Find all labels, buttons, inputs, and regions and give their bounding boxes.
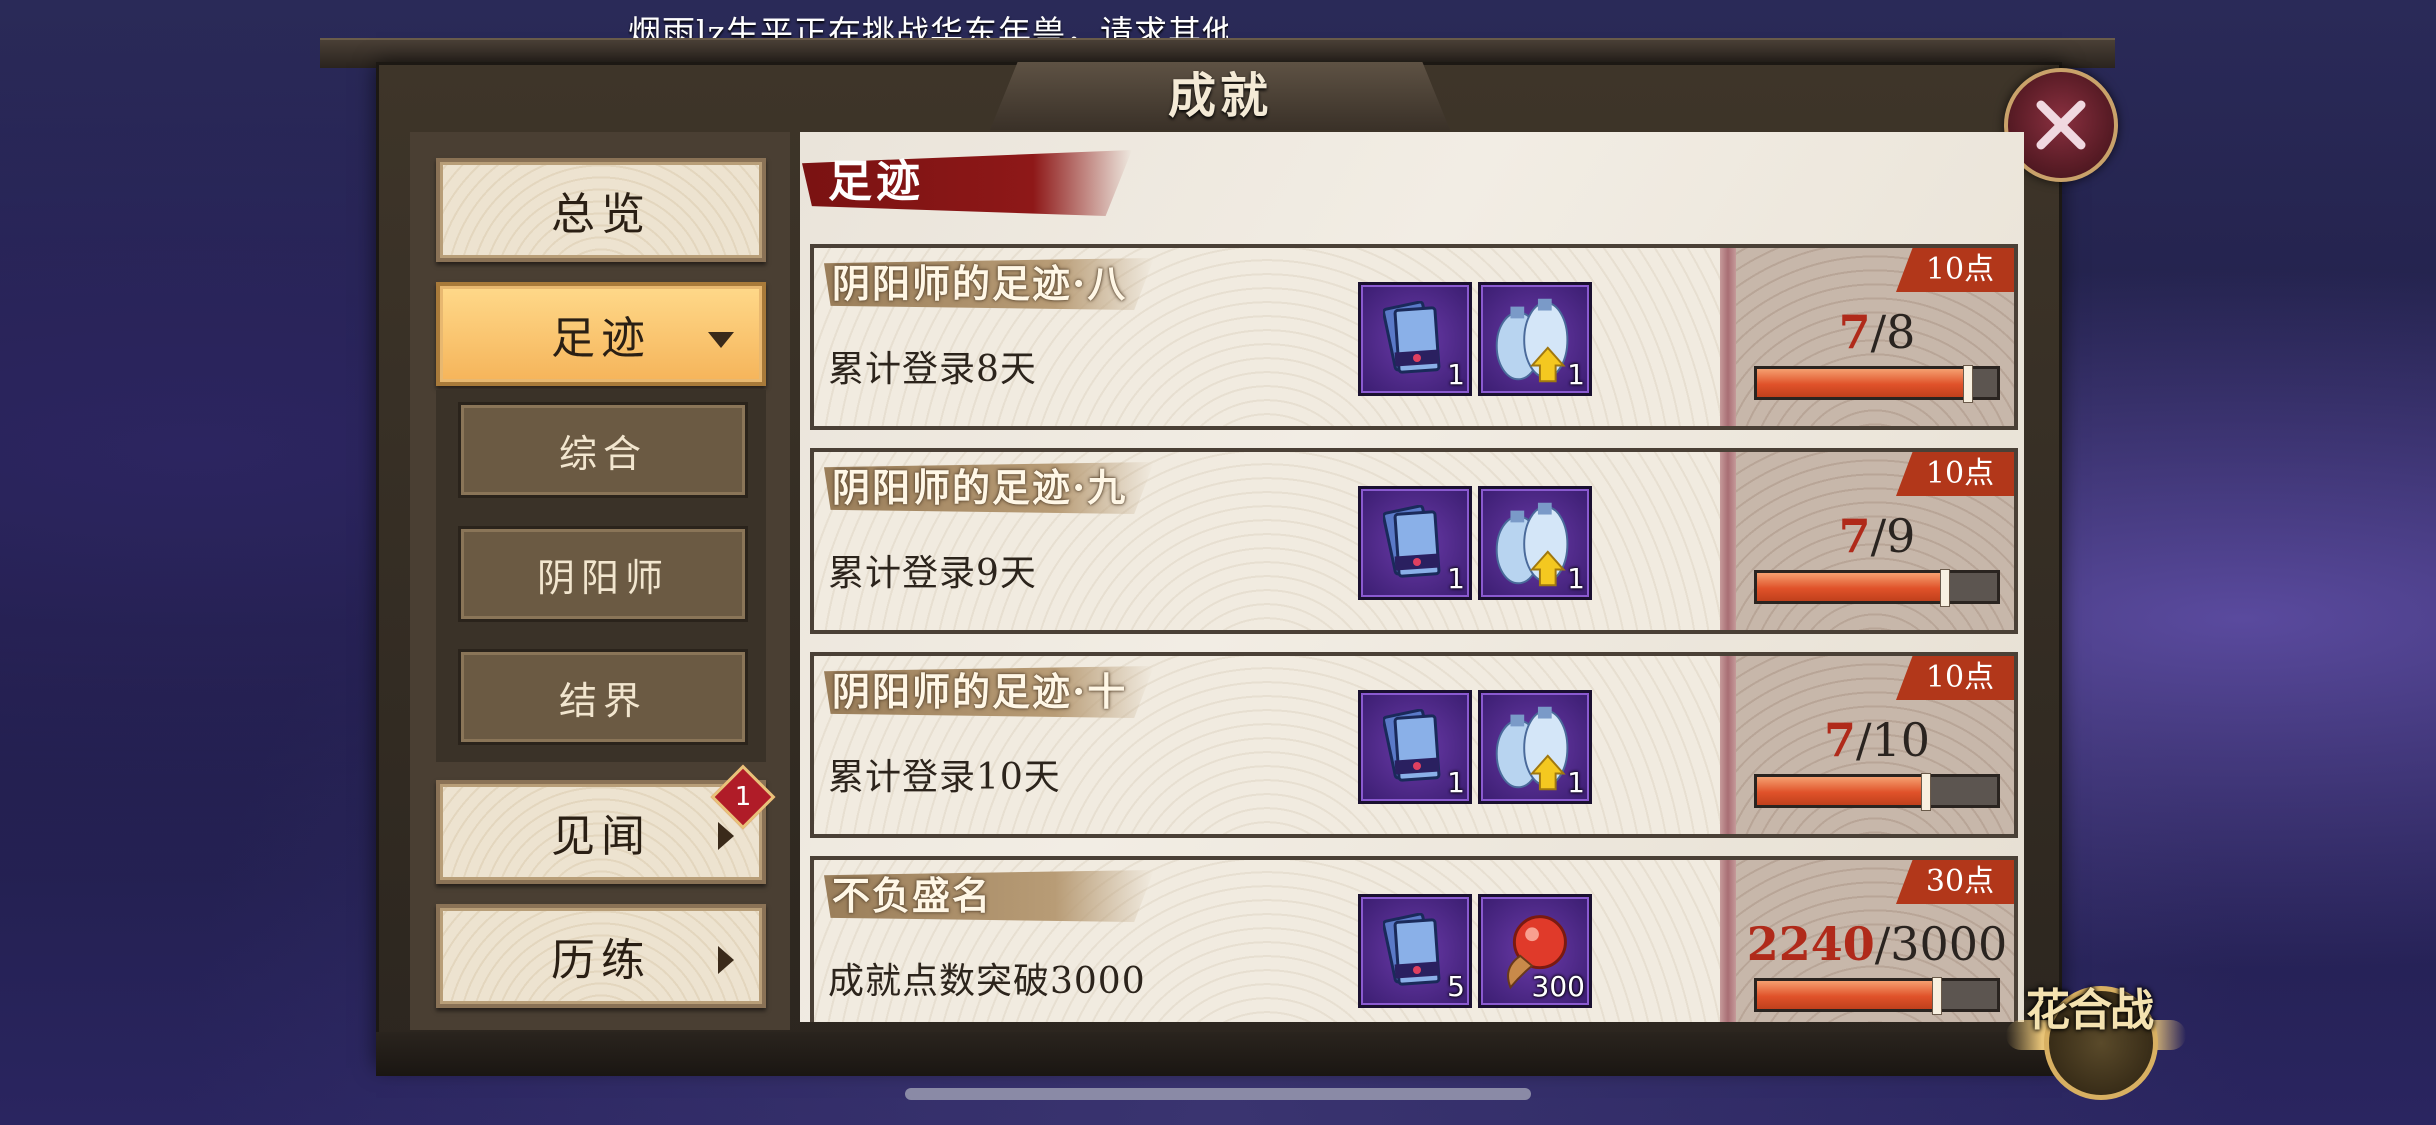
progress-current: 7	[1838, 509, 1871, 563]
window-bottom-bar	[376, 1032, 2056, 1076]
tab-overview-label: 总览	[551, 189, 651, 240]
progress-bar	[1754, 365, 2000, 403]
progress-total: /10	[1855, 713, 1931, 767]
progress-current: 7	[1838, 305, 1871, 359]
achievement-row: 阴阳师的足迹·九 累计登录9天 1 1 10点 7/9	[810, 448, 2020, 638]
progress-text: 2240/3000	[1736, 912, 2018, 976]
achievement-row: 阴阳师的足迹·八 累计登录8天 1 1 10点 7/8	[810, 244, 2020, 434]
progress-bar-knob	[1940, 569, 1950, 607]
tab-jianwen-label: 见闻	[551, 811, 651, 862]
progress-total: /9	[1870, 509, 1916, 563]
points-tag: 30点	[1896, 860, 2014, 904]
progress-bar-fill	[1757, 777, 1925, 805]
row-divider	[1720, 652, 1736, 838]
subtab-general-label: 综合	[558, 431, 647, 476]
achievement-info: 不负盛名 成就点数突破3000 5 300	[810, 856, 1720, 1022]
subtab-barrier[interactable]: 结界	[458, 649, 748, 745]
category-sidebar: 总览 足迹 综合 阴阳师 结界 见闻 1 历练	[410, 132, 790, 1030]
reward-quantity: 300	[1531, 970, 1585, 1003]
progress-current: 2240	[1746, 917, 1875, 971]
achievement-info: 阴阳师的足迹·十 累计登录10天 1 1	[810, 652, 1720, 838]
tab-lilian-label: 历练	[551, 935, 651, 986]
reward-slot[interactable]: 300	[1478, 894, 1592, 1008]
achievement-progress: 10点 7/9	[1736, 448, 2018, 634]
window-title: 成就	[1167, 68, 1272, 124]
achievement-info: 阴阳师的足迹·九 累计登录9天 1 1	[810, 448, 1720, 634]
achievement-list-panel: 足迹 阴阳师的足迹·八 累计登录8天 1 1 10点 7/8 阴阳师的足迹·九 …	[800, 132, 2024, 1022]
achievement-description: 累计登录8天	[828, 349, 1037, 390]
subtab-barrier-label: 结界	[558, 678, 647, 723]
progress-bar-fill	[1757, 369, 1967, 397]
achievement-row: 阴阳师的足迹·十 累计登录10天 1 1 10点 7/10	[810, 652, 2020, 842]
progress-text: 7/10	[1736, 708, 2018, 772]
reward-slot[interactable]: 1	[1478, 486, 1592, 600]
achievement-row: 不负盛名 成就点数突破3000 5 300 30点 2240/3000	[810, 856, 2020, 1022]
progress-bar-knob	[1963, 365, 1973, 403]
progress-bar	[1754, 773, 2000, 811]
progress-text: 7/8	[1736, 300, 2018, 364]
subtab-general[interactable]: 综合	[458, 402, 748, 498]
notification-badge-count: 1	[734, 782, 752, 812]
reward-slot[interactable]: 1	[1358, 282, 1472, 396]
event-logo-text: 花合战	[2026, 985, 2154, 1036]
achievement-info: 阴阳师的足迹·八 累计登录8天 1 1	[810, 244, 1720, 430]
tab-overview[interactable]: 总览	[436, 158, 766, 262]
reward-quantity: 5	[1447, 970, 1465, 1003]
chevron-down-icon	[708, 332, 734, 348]
reward-slot[interactable]: 1	[1478, 282, 1592, 396]
achievement-progress: 30点 2240/3000	[1736, 856, 2018, 1022]
progress-bar-knob	[1921, 773, 1931, 811]
achievement-title: 不负盛名	[832, 873, 993, 918]
reward-slot[interactable]: 1	[1358, 690, 1472, 804]
reward-slot[interactable]: 1	[1478, 690, 1592, 804]
points-tag: 10点	[1896, 452, 2014, 496]
tab-footprint-label: 足迹	[551, 313, 651, 364]
subtab-onmyoji[interactable]: 阴阳师	[458, 526, 748, 622]
progress-bar-fill	[1757, 981, 1936, 1009]
tab-footprint[interactable]: 足迹	[436, 282, 766, 386]
achievement-title: 阴阳师的足迹·八	[832, 261, 1128, 306]
progress-bar	[1754, 569, 2000, 607]
progress-bar-fill	[1757, 573, 1944, 601]
achievement-description: 成就点数突破3000	[828, 961, 1146, 1002]
progress-bar	[1754, 977, 2000, 1015]
tab-lilian[interactable]: 历练	[436, 904, 766, 1008]
reward-quantity: 1	[1447, 766, 1465, 799]
chevron-right-icon	[718, 946, 734, 974]
achievement-description: 累计登录9天	[828, 553, 1037, 594]
progress-bar-knob	[1932, 977, 1942, 1015]
home-indicator[interactable]	[905, 1088, 1531, 1100]
reward-quantity: 1	[1447, 562, 1465, 595]
footprint-submenu: 综合 阴阳师 结界	[436, 390, 766, 762]
achievement-progress: 10点 7/8	[1736, 244, 2018, 430]
row-divider	[1720, 244, 1736, 430]
progress-total: /8	[1870, 305, 1916, 359]
section-title: 足迹	[828, 156, 924, 207]
row-divider	[1720, 856, 1736, 1022]
progress-text: 7/9	[1736, 504, 2018, 568]
subtab-onmyoji-label: 阴阳师	[536, 555, 669, 600]
row-divider	[1720, 448, 1736, 634]
reward-quantity: 1	[1447, 358, 1465, 391]
achievement-title: 阴阳师的足迹·十	[832, 669, 1128, 714]
reward-slot[interactable]: 5	[1358, 894, 1472, 1008]
reward-quantity: 1	[1567, 562, 1585, 595]
achievement-description: 累计登录10天	[828, 757, 1061, 798]
reward-quantity: 1	[1567, 358, 1585, 391]
reward-slot[interactable]: 1	[1358, 486, 1472, 600]
close-icon	[2036, 100, 2086, 150]
chevron-right-icon	[718, 822, 734, 850]
progress-total: /3000	[1874, 917, 2008, 971]
progress-current: 7	[1823, 713, 1856, 767]
points-tag: 10点	[1896, 656, 2014, 700]
achievement-progress: 10点 7/10	[1736, 652, 2018, 838]
achievement-title: 阴阳师的足迹·九	[832, 465, 1128, 510]
reward-quantity: 1	[1567, 766, 1585, 799]
points-tag: 10点	[1896, 248, 2014, 292]
hanafuda-event-button[interactable]: 花合战	[2006, 980, 2186, 1100]
